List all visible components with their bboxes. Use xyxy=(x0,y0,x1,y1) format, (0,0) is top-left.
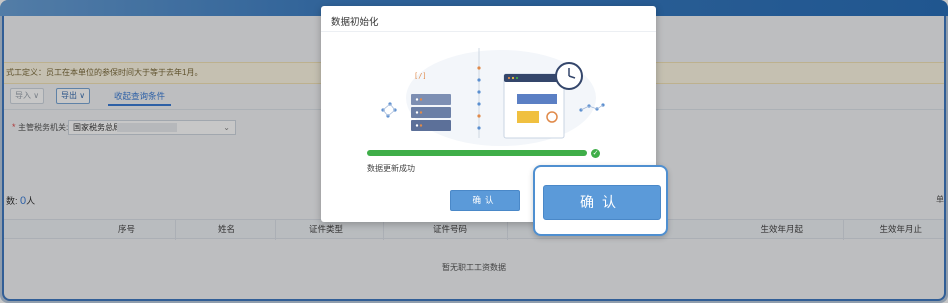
status-text: 数据更新成功 xyxy=(367,164,415,173)
connector-dot xyxy=(477,114,481,118)
connector-dot xyxy=(477,78,481,82)
progress-bar xyxy=(367,150,587,156)
server-icon xyxy=(411,94,451,131)
code-icon: [/] xyxy=(414,72,427,80)
browser-window-icon xyxy=(503,73,565,139)
connector-dot xyxy=(477,90,481,94)
confirm-button[interactable]: 确认 xyxy=(450,190,520,211)
network-icon xyxy=(381,102,397,118)
progress-fill xyxy=(367,150,587,156)
confirm-button-zoomed[interactable]: 确认 xyxy=(543,185,661,220)
connector-dot xyxy=(477,102,481,106)
data-sync-illustration: [/] xyxy=(381,48,605,146)
zoom-callout: 确认 xyxy=(533,165,668,236)
dialog-title: 数据初始化 xyxy=(331,17,379,28)
dialog-title-divider xyxy=(321,31,656,32)
connector-dot xyxy=(477,126,481,130)
check-icon: ✓ xyxy=(591,149,600,158)
clock-icon xyxy=(555,62,583,90)
connector-dot xyxy=(477,66,481,70)
